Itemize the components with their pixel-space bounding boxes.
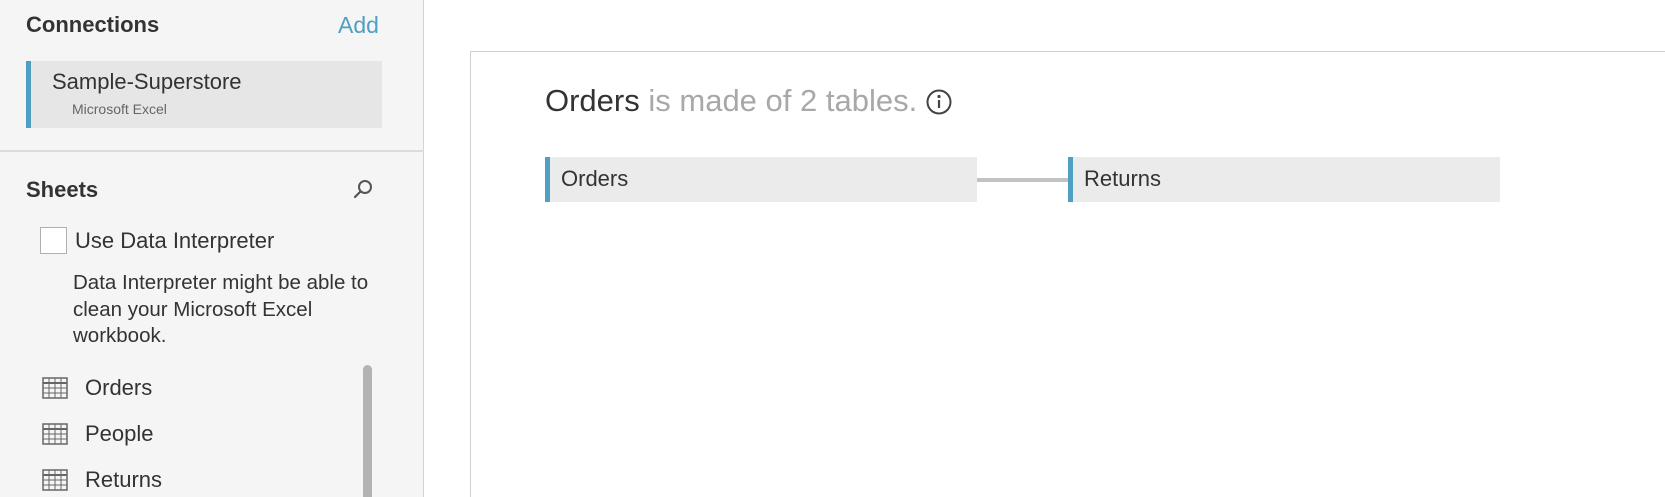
use-data-interpreter-label[interactable]: Use Data Interpreter — [75, 228, 274, 254]
data-source-sidebar: Connections Add Sample-Superstore Micros… — [0, 0, 424, 497]
table-icon — [42, 469, 68, 491]
relationship-line[interactable] — [977, 178, 1068, 182]
connection-name: Sample-Superstore — [52, 69, 242, 94]
use-data-interpreter-checkbox[interactable] — [40, 227, 67, 254]
sheet-item-label: Returns — [85, 467, 163, 492]
canvas-heading: Orders is made of 2 tables. — [545, 83, 917, 119]
sheet-item-people[interactable]: People — [40, 415, 340, 455]
table-card-returns[interactable]: Returns — [1068, 157, 1500, 202]
connections-heading: Connections — [26, 12, 160, 37]
info-icon[interactable] — [925, 88, 953, 116]
heading-table-name: Orders — [545, 83, 640, 118]
table-icon — [42, 377, 68, 399]
sheets-scrollbar[interactable] — [363, 365, 372, 497]
add-connection-link[interactable]: Add — [338, 12, 379, 39]
sidebar-divider — [0, 150, 424, 152]
table-card-label: Orders — [561, 166, 629, 191]
sheet-item-orders[interactable]: Orders — [40, 369, 340, 409]
table-icon — [42, 423, 68, 445]
table-card-orders[interactable]: Orders — [545, 157, 977, 202]
data-interpreter-description: Data Interpreter might be able to clean … — [73, 271, 369, 347]
sheet-item-label: People — [85, 421, 154, 446]
sheets-heading: Sheets — [26, 177, 99, 202]
sheet-item-label: Orders — [85, 375, 153, 400]
sheet-item-returns[interactable]: Returns — [40, 461, 340, 497]
heading-suffix: is made of 2 tables. — [648, 83, 918, 118]
connection-item[interactable]: Sample-Superstore Microsoft Excel — [26, 61, 382, 128]
search-icon[interactable] — [352, 178, 374, 200]
table-card-label: Returns — [1084, 166, 1162, 191]
connection-type: Microsoft Excel — [72, 101, 167, 117]
data-model-canvas: Orders is made of 2 tables. Orders Retur… — [470, 51, 1665, 497]
